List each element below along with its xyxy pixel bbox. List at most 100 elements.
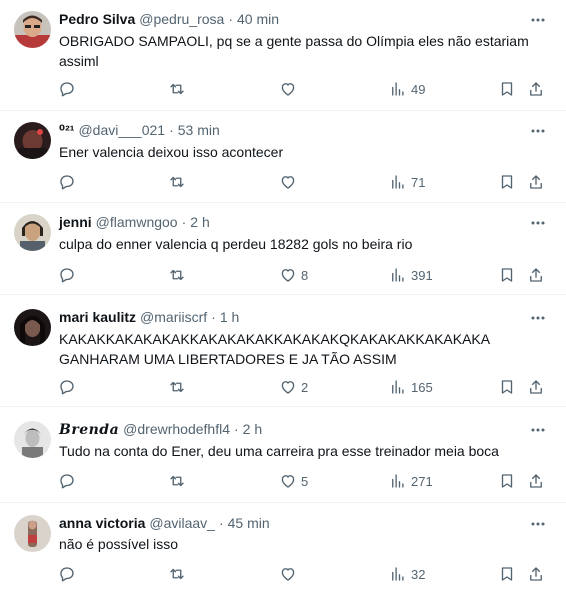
tweet[interactable]: 𝑩𝒓𝒆𝒏𝒅𝒂 @drewrhodefhfl4 · 2 h Tudo na con… (0, 407, 566, 503)
display-name[interactable]: mari kaulitz (59, 309, 136, 325)
views-button[interactable]: 391 (389, 265, 433, 285)
share-button[interactable] (527, 564, 545, 584)
tweet[interactable]: anna victoria @avilaav_ · 45 min não é p… (0, 503, 566, 590)
reply-button[interactable] (58, 564, 76, 584)
share-icon (530, 175, 542, 189)
separator: · (218, 515, 224, 531)
timestamp[interactable]: 45 min (228, 515, 270, 531)
timestamp[interactable]: 40 min (237, 11, 279, 27)
like-button[interactable]: 2 (279, 377, 308, 397)
share-button[interactable] (527, 265, 545, 285)
view-count: 49 (411, 81, 426, 97)
views-button[interactable]: 71 (389, 172, 425, 192)
like-button[interactable] (279, 172, 301, 192)
tweet-text-line: Ener valencia deixou isso acontecer (59, 144, 284, 160)
user-handle[interactable]: @pedru_rosa (139, 11, 224, 27)
timestamp[interactable]: 53 min (178, 122, 220, 138)
reply-button[interactable] (58, 471, 76, 491)
views-button[interactable]: 271 (389, 471, 433, 491)
share-button[interactable] (527, 471, 545, 491)
display-name[interactable]: ⁰²¹ (59, 122, 74, 139)
views-button[interactable]: 32 (389, 564, 425, 584)
reply-icon (60, 567, 74, 582)
tweet[interactable]: ⁰²¹ @davi___021 · 53 min Ener valencia d… (0, 111, 566, 203)
bookmark-button[interactable] (498, 172, 516, 192)
more-options-icon[interactable] (530, 422, 546, 438)
reply-button[interactable] (58, 79, 76, 99)
user-handle[interactable]: @drewrhodefhfl4 (123, 421, 230, 437)
more-options-icon[interactable] (530, 123, 546, 139)
user-handle[interactable]: @mariiscrf (140, 309, 207, 325)
more-options-icon[interactable] (530, 215, 546, 231)
more-options-icon[interactable] (530, 516, 546, 532)
retweet-button[interactable] (168, 377, 190, 397)
display-name[interactable]: anna victoria (59, 515, 145, 531)
bookmark-button[interactable] (498, 471, 516, 491)
share-button[interactable] (527, 79, 545, 99)
separator: · (181, 214, 187, 230)
user-handle[interactable]: @flamwngoo (96, 214, 178, 230)
bookmark-button[interactable] (498, 377, 516, 397)
tweet[interactable]: mari kaulitz @mariiscrf · 1 h KAKAKKAKAK… (0, 295, 566, 407)
views-button[interactable]: 165 (389, 377, 433, 397)
avatar[interactable] (14, 11, 51, 48)
reply-icon (60, 380, 74, 395)
display-name[interactable]: jenni (59, 214, 92, 230)
share-icon (530, 567, 542, 581)
brenda-avatar-image (14, 421, 51, 458)
reply-button[interactable] (58, 377, 76, 397)
tweet[interactable]: Pedro Silva @pedru_rosa · 40 min OBRIGAD… (0, 0, 566, 111)
share-button[interactable] (527, 377, 545, 397)
like-button[interactable]: 5 (279, 471, 308, 491)
share-icon (530, 380, 542, 394)
display-name[interactable]: Pedro Silva (59, 11, 135, 27)
retweet-button[interactable] (168, 172, 190, 192)
bookmark-button[interactable] (498, 79, 516, 99)
tweet[interactable]: jenni @flamwngoo · 2 h culpa do enner va… (0, 203, 566, 295)
tweet-text-line: não é possível isso (59, 536, 179, 552)
bookmark-button[interactable] (498, 265, 516, 285)
share-icon (530, 268, 542, 282)
reply-button[interactable] (58, 265, 76, 285)
retweet-icon (170, 83, 184, 95)
avatar[interactable] (14, 421, 51, 458)
views-button[interactable]: 49 (389, 79, 425, 99)
like-button[interactable]: 8 (279, 265, 308, 285)
timestamp[interactable]: 1 h (220, 309, 239, 325)
more-options-icon[interactable] (530, 310, 546, 326)
views-icon (392, 82, 404, 96)
like-icon (281, 568, 295, 581)
action-bar: 5 271 (0, 471, 566, 491)
display-name[interactable]: 𝑩𝒓𝒆𝒏𝒅𝒂 (59, 422, 119, 438)
retweet-button[interactable] (168, 564, 190, 584)
reply-button[interactable] (58, 172, 76, 192)
retweet-button[interactable] (168, 471, 190, 491)
timestamp[interactable]: 2 h (243, 421, 262, 437)
like-button[interactable] (279, 79, 301, 99)
avatar[interactable] (14, 309, 51, 346)
tweet-text-line: culpa do enner valencia q perdeu 18282 g… (59, 236, 413, 252)
user-handle[interactable]: @avilaav_ (149, 515, 215, 531)
more-options-icon[interactable] (530, 12, 546, 28)
tweet-header: jenni @flamwngoo · 2 h (59, 214, 210, 230)
avatar[interactable] (14, 515, 51, 552)
user-handle[interactable]: @davi___021 (78, 122, 165, 138)
retweet-button[interactable] (168, 79, 190, 99)
retweet-button[interactable] (168, 265, 190, 285)
tweet-text: culpa do enner valencia q perdeu 18282 g… (59, 234, 549, 254)
tweet-text: KAKAKKAKAKAKAKKAKAKAKAKKAKAKAKQKAKAKAKKA… (59, 329, 549, 369)
share-icon (530, 82, 542, 96)
tweet-feed: Pedro Silva @pedru_rosa · 40 min OBRIGAD… (0, 0, 566, 590)
timestamp[interactable]: 2 h (190, 214, 209, 230)
avatar[interactable] (14, 122, 51, 159)
tweet-text: Tudo na conta do Ener, deu uma carreira … (59, 441, 549, 461)
bookmark-button[interactable] (498, 564, 516, 584)
tweet-text-line: Tudo na conta do Ener, deu uma carreira … (59, 443, 499, 459)
bookmark-icon (501, 268, 513, 282)
avatar[interactable] (14, 214, 51, 251)
share-button[interactable] (527, 172, 545, 192)
like-button[interactable] (279, 564, 301, 584)
separator: · (211, 309, 216, 325)
action-bar: 71 (0, 172, 566, 192)
retweet-icon (170, 269, 184, 281)
